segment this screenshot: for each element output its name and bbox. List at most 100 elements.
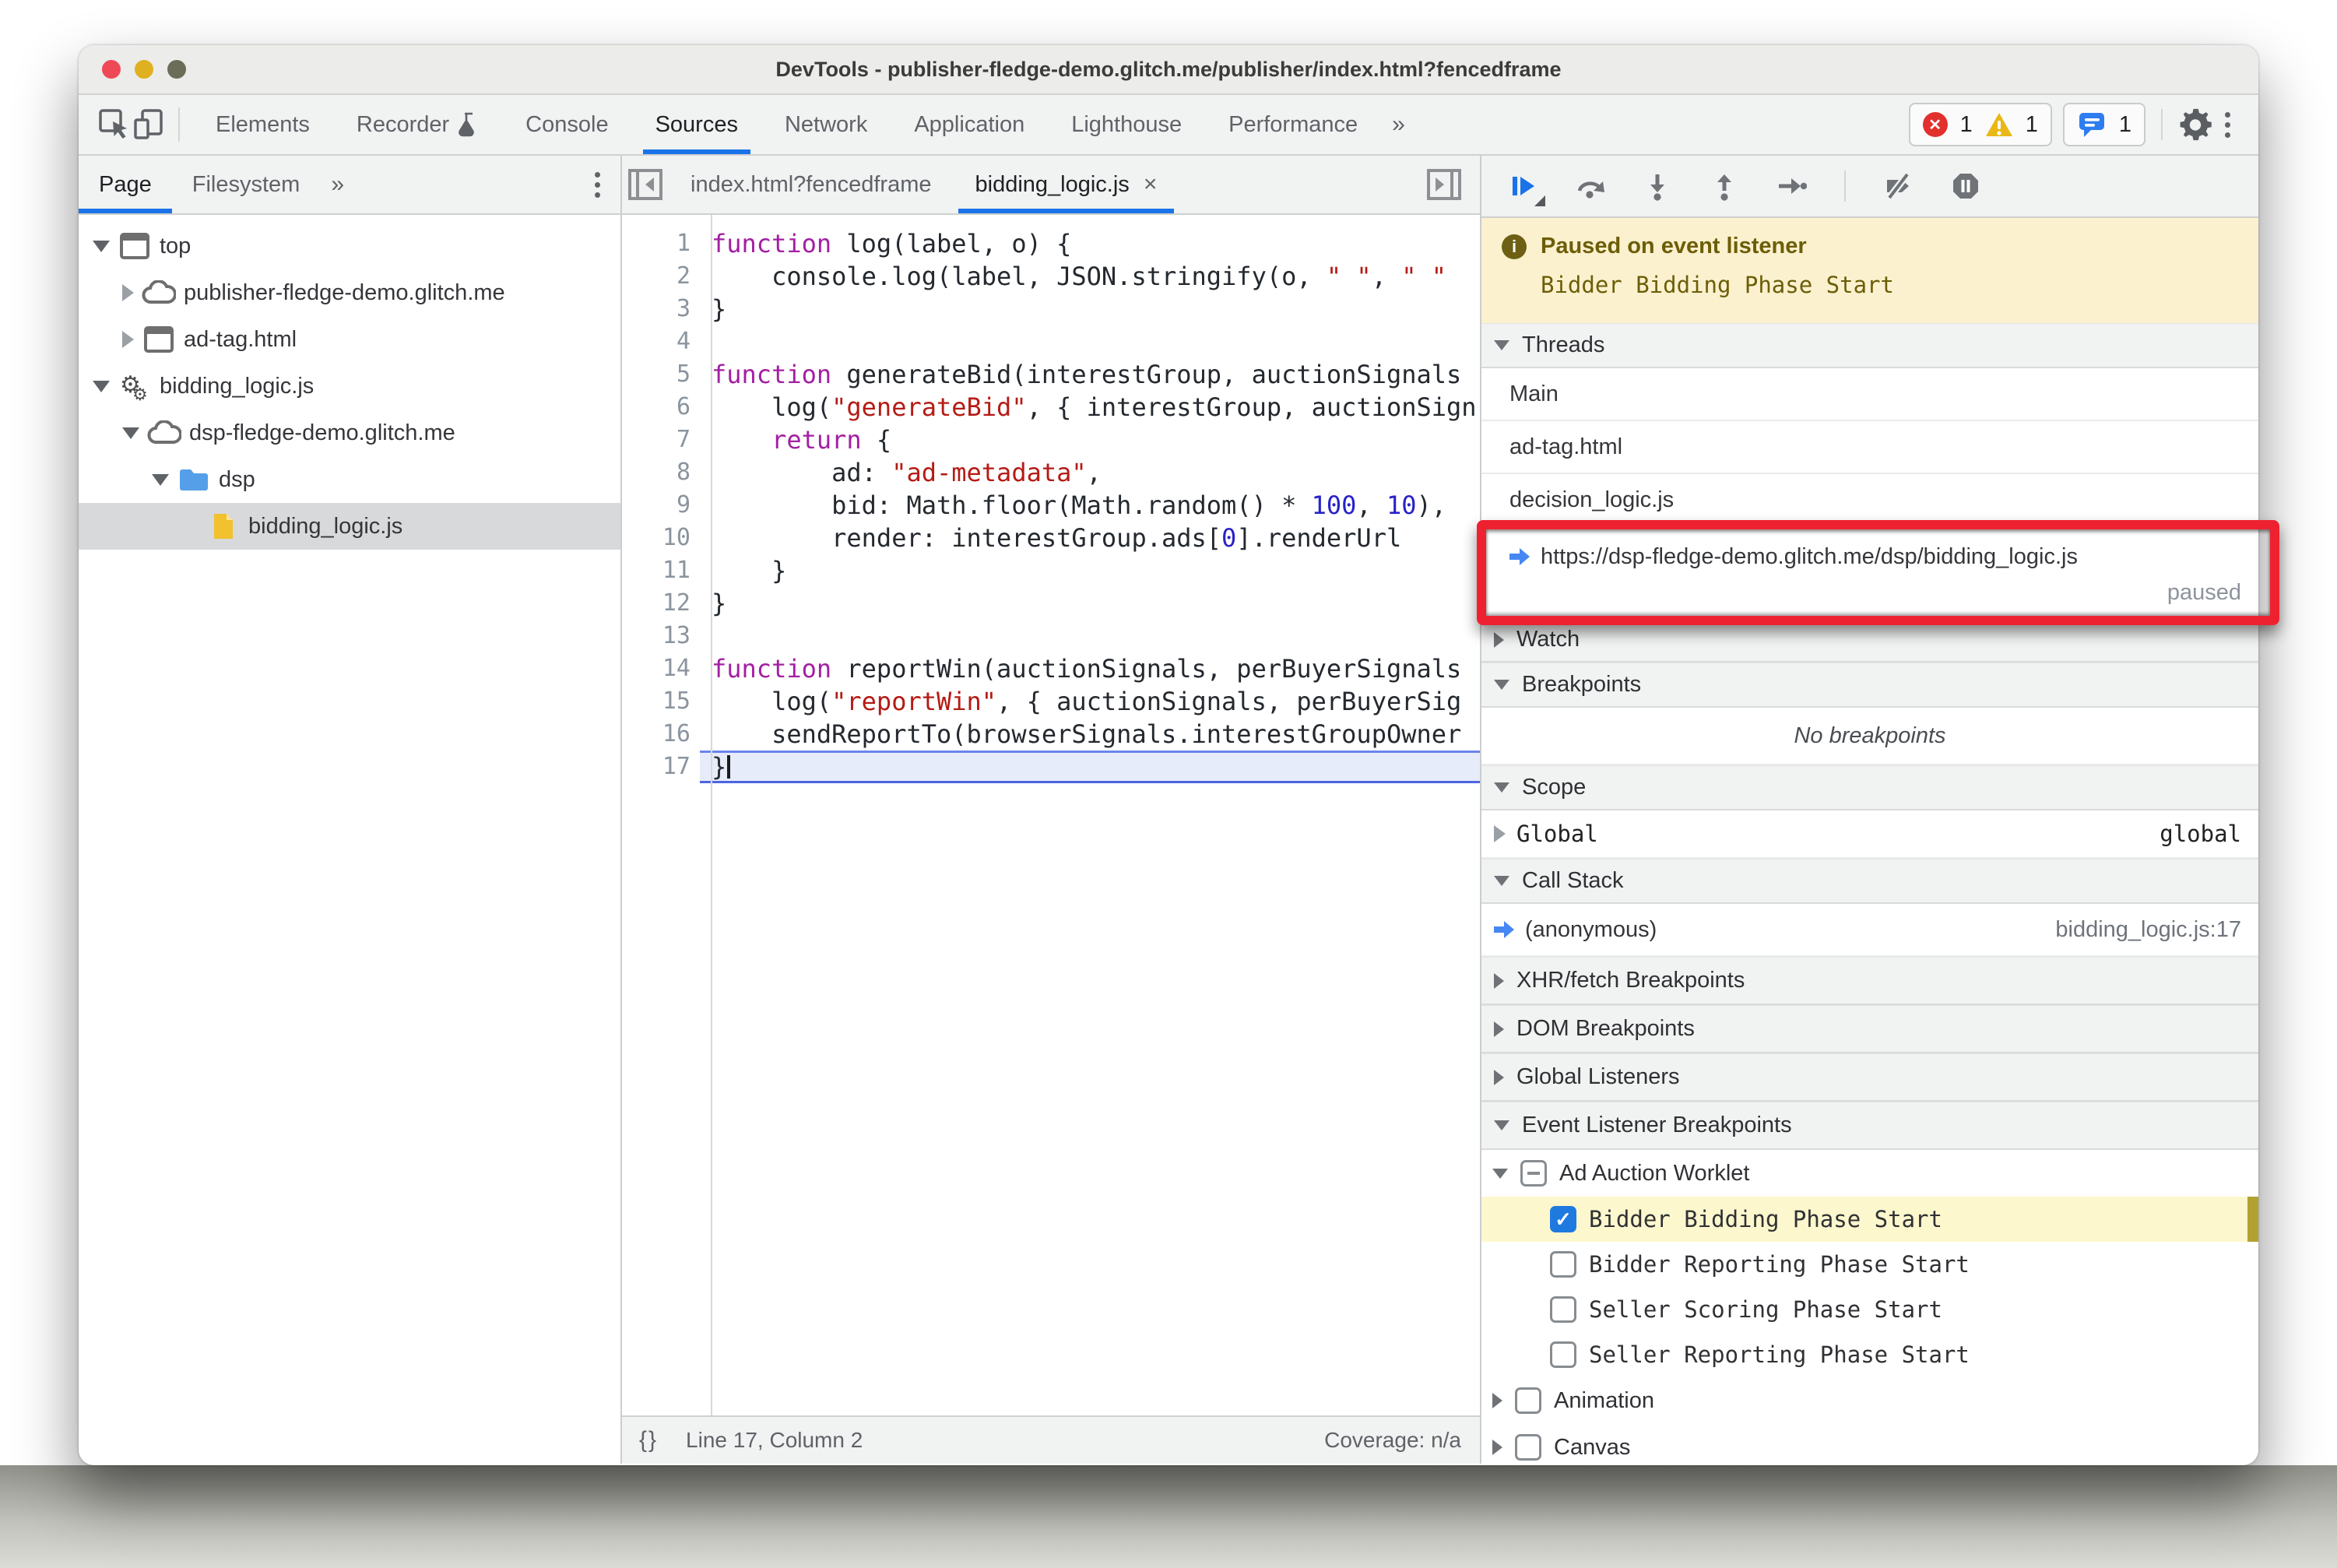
- breakpoint-item-seller-scoring-phase-start[interactable]: Seller Scoring Phase Start: [1481, 1287, 2258, 1332]
- panel-tab-elements[interactable]: Elements: [192, 95, 333, 154]
- code-line[interactable]: 12}: [622, 587, 1480, 620]
- threads-section-header[interactable]: Threads: [1481, 323, 2258, 368]
- zoom-window-button[interactable]: [167, 60, 186, 79]
- line-number[interactable]: 14: [622, 652, 700, 685]
- more-navigator-tabs-chevron[interactable]: »: [320, 171, 355, 198]
- tree-item-ad-tag-html[interactable]: ad-tag.html: [79, 316, 620, 363]
- breakpoint-item-bidder-reporting-phase-start[interactable]: Bidder Reporting Phase Start: [1481, 1242, 2258, 1287]
- panel-tab-sources[interactable]: Sources: [632, 95, 761, 154]
- unchecked-checkbox[interactable]: [1550, 1251, 1576, 1278]
- code-line[interactable]: 11 }: [622, 554, 1480, 587]
- step-out-button[interactable]: [1709, 171, 1740, 202]
- minimize-window-button[interactable]: [135, 60, 153, 79]
- step-button[interactable]: [1776, 171, 1807, 202]
- more-panels-chevron[interactable]: »: [1381, 111, 1416, 138]
- panel-tab-network[interactable]: Network: [761, 95, 891, 154]
- expand-arrow-icon[interactable]: [122, 331, 134, 348]
- unchecked-checkbox[interactable]: [1515, 1387, 1541, 1414]
- breakpoint-item-seller-reporting-phase-start[interactable]: Seller Reporting Phase Start: [1481, 1332, 2258, 1377]
- thread-row[interactable]: decision_logic.js: [1481, 474, 2258, 527]
- show-debugger-icon[interactable]: [1421, 168, 1467, 201]
- code-line[interactable]: 16 sendReportTo(browserSignals.interestG…: [622, 718, 1480, 751]
- line-number[interactable]: 11: [622, 554, 700, 587]
- close-tab-icon[interactable]: ×: [1144, 171, 1158, 198]
- inspect-element-icon[interactable]: [97, 107, 132, 142]
- code-line[interactable]: 17}: [622, 751, 1480, 783]
- unchecked-checkbox[interactable]: [1515, 1434, 1541, 1461]
- line-number[interactable]: 7: [622, 424, 700, 456]
- code-line[interactable]: 7 return {: [622, 424, 1480, 456]
- code-line[interactable]: 1 function log(label, o) {: [622, 227, 1480, 260]
- code-line[interactable]: 4: [622, 325, 1480, 358]
- line-number[interactable]: 1: [622, 227, 700, 260]
- pretty-print-icon[interactable]: {}: [639, 1427, 658, 1454]
- code-line[interactable]: 13: [622, 620, 1480, 652]
- line-number[interactable]: 16: [622, 718, 700, 751]
- step-into-button[interactable]: [1642, 171, 1673, 202]
- tree-item-publisher-fledge-demo-glitch-me[interactable]: publisher-fledge-demo.glitch.me: [79, 269, 620, 316]
- panel-tab-performance[interactable]: Performance: [1205, 95, 1381, 154]
- code-line[interactable]: 8 ad: "ad-metadata",: [622, 456, 1480, 489]
- unchecked-checkbox[interactable]: [1550, 1296, 1576, 1323]
- expand-arrow-icon[interactable]: [1492, 1440, 1502, 1455]
- line-number[interactable]: 10: [622, 522, 700, 554]
- code-line[interactable]: 3}: [622, 293, 1480, 325]
- tree-item-dsp[interactable]: dsp: [79, 456, 620, 503]
- breakpoints-section-header[interactable]: Breakpoints: [1481, 663, 2258, 708]
- collapse-arrow-icon[interactable]: [152, 473, 169, 486]
- call-stack-section-header[interactable]: Call Stack: [1481, 859, 2258, 904]
- line-number[interactable]: 12: [622, 587, 700, 620]
- call-stack-frame-row[interactable]: (anonymous) bidding_logic.js:17: [1481, 904, 2258, 957]
- line-number[interactable]: 2: [622, 260, 700, 293]
- breakpoint-item-bidder-bidding-phase-start[interactable]: Bidder Bidding Phase Start: [1481, 1197, 2258, 1242]
- tree-item-top[interactable]: top: [79, 223, 620, 269]
- global-listeners-section-header[interactable]: Global Listeners: [1481, 1053, 2258, 1102]
- line-number[interactable]: 3: [622, 293, 700, 325]
- code-line[interactable]: 9 bid: Math.floor(Math.random() * 100, 1…: [622, 489, 1480, 522]
- line-number[interactable]: 8: [622, 456, 700, 489]
- line-number[interactable]: 13: [622, 620, 700, 652]
- deactivate-breakpoints-button[interactable]: [1883, 171, 1914, 202]
- line-number[interactable]: 4: [622, 325, 700, 358]
- editor-tab-bidding-logic[interactable]: bidding_logic.js ×: [954, 156, 1179, 213]
- code-line[interactable]: 5 function generateBid(interestGroup, auc…: [622, 358, 1480, 391]
- breakpoint-category-ad-auction-worklet[interactable]: Ad Auction Worklet: [1481, 1150, 2258, 1197]
- close-window-button[interactable]: [102, 60, 121, 79]
- code-line[interactable]: 10 render: interestGroup.ads[0].renderUr…: [622, 522, 1480, 554]
- tab-filesystem[interactable]: Filesystem: [172, 156, 321, 213]
- watch-section-header[interactable]: Watch: [1481, 617, 2258, 663]
- tree-item-dsp-fledge-demo-glitch-me[interactable]: dsp-fledge-demo.glitch.me: [79, 410, 620, 456]
- code-line[interactable]: 6 log("generateBid", { interestGroup, au…: [622, 391, 1480, 424]
- panel-tab-console[interactable]: Console: [502, 95, 631, 154]
- line-number[interactable]: 6: [622, 391, 700, 424]
- editor-tab-index[interactable]: index.html?fencedframe: [669, 156, 954, 213]
- unchecked-checkbox[interactable]: [1550, 1341, 1576, 1368]
- resume-script-button[interactable]: [1508, 171, 1545, 206]
- event-listener-breakpoints-section-header[interactable]: Event Listener Breakpoints: [1481, 1102, 2258, 1150]
- more-options-kebab-icon[interactable]: [2212, 111, 2243, 138]
- line-number[interactable]: 9: [622, 489, 700, 522]
- breakpoint-category-animation[interactable]: Animation: [1481, 1377, 2258, 1424]
- settings-gear-icon[interactable]: [2178, 107, 2212, 142]
- breakpoint-category-canvas[interactable]: Canvas: [1481, 1424, 2258, 1464]
- expand-arrow-icon[interactable]: [122, 284, 134, 301]
- errors-warnings-badge[interactable]: ✕ 1 1: [1908, 103, 2052, 146]
- issues-badge[interactable]: 1: [2062, 103, 2145, 146]
- collapse-arrow-icon[interactable]: [93, 240, 110, 252]
- tree-item-bidding-logic-js[interactable]: ⚙ ⚙ bidding_logic.js: [79, 363, 620, 410]
- thread-row-paused[interactable]: https://dsp-fledge-demo.glitch.me/dsp/bi…: [1481, 527, 2258, 617]
- scope-section-header[interactable]: Scope: [1481, 765, 2258, 810]
- pause-on-exceptions-button[interactable]: [1950, 171, 1981, 202]
- indeterminate-checkbox[interactable]: [1520, 1160, 1547, 1187]
- line-number[interactable]: 17: [622, 751, 700, 783]
- device-toolbar-icon[interactable]: [132, 107, 166, 142]
- code-line[interactable]: 2 console.log(label, JSON.stringify(o, "…: [622, 260, 1480, 293]
- checked-checkbox[interactable]: [1550, 1206, 1576, 1232]
- line-number[interactable]: 5: [622, 358, 700, 391]
- tab-page[interactable]: Page: [79, 156, 172, 213]
- panel-tab-recorder[interactable]: Recorder: [333, 95, 502, 154]
- thread-row[interactable]: Main: [1481, 368, 2258, 421]
- step-over-button[interactable]: [1575, 171, 1606, 202]
- scope-global-row[interactable]: Global global: [1481, 810, 2258, 859]
- dom-breakpoints-section-header[interactable]: DOM Breakpoints: [1481, 1005, 2258, 1053]
